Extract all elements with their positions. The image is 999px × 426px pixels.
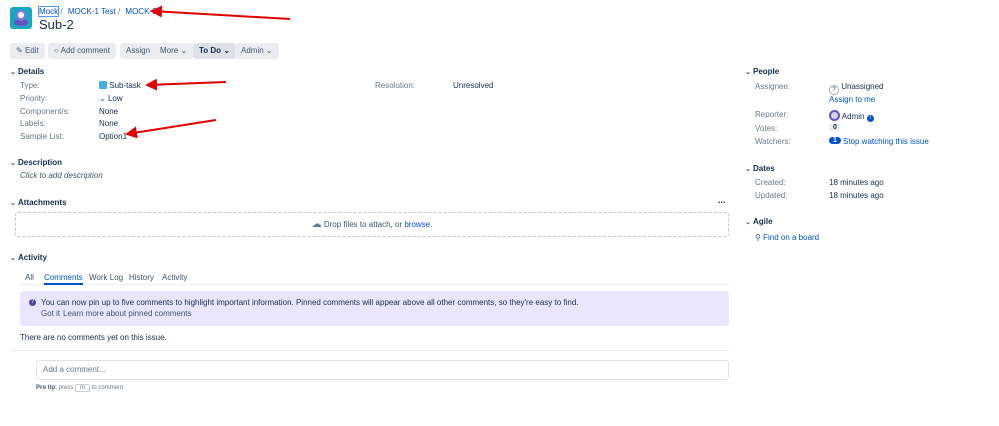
arrow (150, 5, 291, 20)
arrow (145, 78, 227, 91)
annotation-arrows (125, 5, 291, 139)
arrow (125, 119, 217, 139)
